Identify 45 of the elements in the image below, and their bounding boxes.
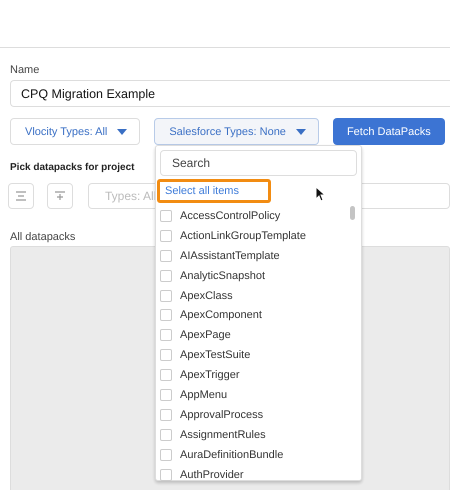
checkbox[interactable]: [160, 270, 172, 282]
checkbox[interactable]: [160, 329, 172, 342]
item-label: AccessControlPolicy: [180, 210, 280, 222]
expand-button[interactable]: [47, 183, 73, 209]
checkbox[interactable]: [160, 349, 172, 362]
item-label: AIAssistantTemplate: [180, 250, 280, 262]
checkbox[interactable]: [160, 468, 172, 481]
select-all-link[interactable]: Select all items: [157, 179, 271, 203]
checkbox[interactable]: [160, 369, 172, 382]
item-label: ApexTrigger: [180, 369, 240, 382]
checkbox[interactable]: [160, 250, 172, 262]
list-label: All datapacks: [10, 231, 76, 243]
checkbox[interactable]: [160, 290, 172, 302]
checkbox[interactable]: [160, 448, 172, 461]
caret-icon: [296, 128, 306, 134]
item-label: ApexTestSuite: [180, 349, 250, 362]
checkbox[interactable]: [160, 388, 172, 401]
search-field[interactable]: Search: [160, 150, 357, 176]
item-label: AssignmentRules: [180, 428, 266, 441]
item-label: ApexPage: [180, 329, 231, 342]
types-dropdown[interactable]: Vlocity Types: All: [10, 118, 140, 145]
item-label: ApexComponent: [180, 309, 262, 322]
checkbox[interactable]: [160, 309, 172, 322]
checkbox[interactable]: [160, 230, 172, 242]
expand-icon: [55, 191, 65, 201]
checkbox[interactable]: [160, 210, 172, 222]
cursor-icon: [315, 186, 326, 202]
item-label: AnalyticSnapshot: [180, 270, 265, 282]
types-dropdown[interactable]: Salesforce Types: None: [154, 118, 319, 145]
name-field[interactable]: CPQ Migration Example: [10, 80, 450, 107]
checkbox[interactable]: [160, 408, 172, 421]
item-label: ApexClass: [180, 290, 233, 302]
item-label: AuraDefinitionBundle: [180, 448, 284, 461]
scrollbar-thumb[interactable]: [350, 206, 355, 220]
item-label: AppMenu: [180, 388, 228, 401]
item-label: AuthProvider: [180, 468, 244, 481]
name-label: Name: [10, 64, 40, 76]
collapse-button[interactable]: [8, 183, 34, 209]
item-label: ActionLinkGroupTemplate: [180, 230, 306, 242]
collapse-icon: [16, 191, 26, 201]
item-label: ApprovalProcess: [180, 408, 264, 421]
section-label: Pick datapacks for project: [10, 162, 134, 173]
fetch-button[interactable]: Fetch DataPacks: [332, 118, 445, 145]
checkbox[interactable]: [160, 428, 172, 441]
caret-icon: [117, 128, 128, 134]
